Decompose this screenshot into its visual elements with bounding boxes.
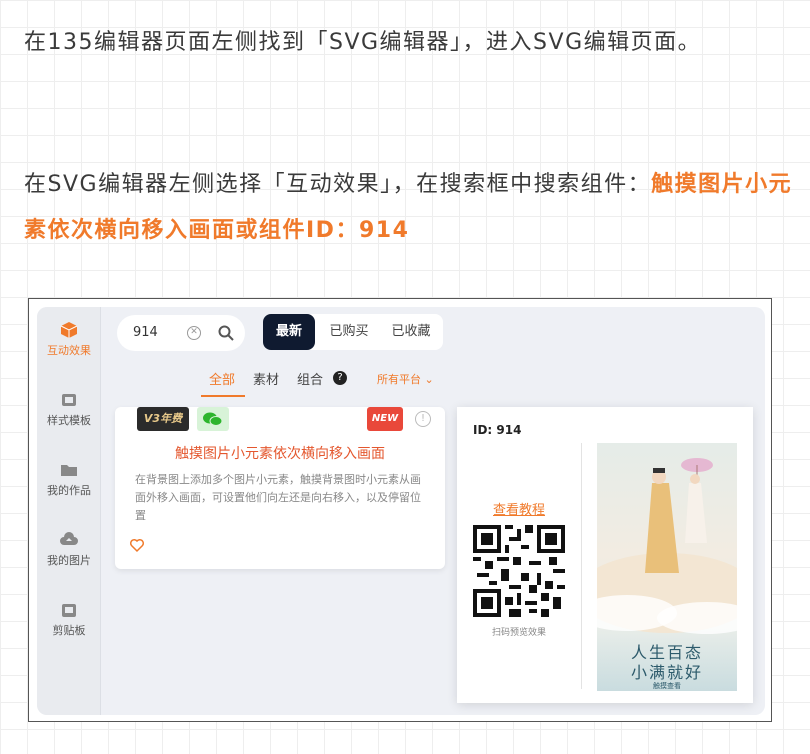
poster-illustration [597,458,737,634]
clear-icon[interactable]: ✕ [187,326,201,340]
search-icon[interactable] [217,324,235,342]
preview-poster: 人生百态 小满就好 触摸查看 [597,443,737,691]
instruction-paragraph-1: 在135编辑器页面左侧找到「SVG编辑器」，进入SVG编辑页面。 [24,30,702,55]
cube-icon [60,322,78,338]
tab-all[interactable]: 全部 [209,369,235,388]
chevron-down-icon: ⌄ [424,373,434,386]
sidebar-item-label: 样式模板 [47,414,91,427]
sidebar-item-my-works[interactable]: 我的作品 [37,461,101,498]
sidebar-item-interactive-effects[interactable]: 互动效果 [37,321,101,358]
tab-material[interactable]: 素材 [253,369,279,388]
platform-dropdown[interactable]: 所有平台 ⌄ [377,371,434,387]
v3-annual-badge: V3年费 [137,407,189,431]
wechat-icon [203,412,223,426]
tutorial-link[interactable]: 查看教程 [493,499,545,518]
filter-purchased-button[interactable]: 已购买 [319,314,379,350]
sidebar-item-clipboard[interactable]: 剪贴板 [37,601,101,638]
new-badge: NEW [367,407,403,431]
component-id: ID: 914 [473,423,522,437]
help-icon[interactable]: ? [333,371,347,385]
sidebar-item-label: 互动效果 [47,344,91,357]
platform-label: 所有平台 [377,373,421,386]
sidebar-item-my-images[interactable]: 我的图片 [37,531,101,568]
wechat-badge [197,407,229,431]
filter-newest-button[interactable]: 最新 [263,314,315,350]
filter-segment: 最新 已购买 已收藏 [263,314,443,350]
instruction-text: 在SVG编辑器左侧选择「互动效果」，在搜索框中搜索组件： [24,172,652,197]
sidebar-item-label: 剪贴板 [52,624,86,637]
sidebar-item-style-templates[interactable]: 样式模板 [37,391,101,428]
sidebar-item-label: 我的图片 [47,554,91,567]
preview-popup: ID: 914 查看教程 扫码预览效果 人生百态 小满就好 触摸查看 [457,407,753,703]
search-box[interactable]: 914 ✕ [117,315,245,351]
sidebar-item-label: 我的作品 [47,484,91,497]
poster-line-2: 小满就好 [630,663,703,682]
template-icon [62,394,76,406]
popup-divider [581,443,582,689]
scan-preview-label: 扫码预览效果 [491,628,546,638]
qr-code [473,525,565,617]
heart-icon[interactable] [129,537,145,553]
filter-favorited-button[interactable]: 已收藏 [381,314,441,350]
info-icon[interactable]: ! [415,411,431,427]
editor-screenshot: 互动效果 样式模板 我的作品 我的图片 剪贴板 914 ✕ 最新 已购买 已收藏… [28,298,772,722]
cloud-upload-icon [60,532,78,545]
tab-active-indicator [201,395,245,397]
svg-editor-app: 互动效果 样式模板 我的作品 我的图片 剪贴板 914 ✕ 最新 已购买 已收藏… [37,307,765,715]
component-title: 触摸图片小元素依次横向移入画面 [175,446,385,462]
poster-hint: 触摸查看 [653,682,681,690]
sidebar: 互动效果 样式模板 我的作品 我的图片 剪贴板 [37,307,101,715]
component-card[interactable]: V3年费 NEW ! 触摸图片小元素依次横向移入画面 在背景图上添加多个图片小元… [115,407,445,569]
instruction-paragraph-2: 在SVG编辑器左侧选择「互动效果」，在搜索框中搜索组件：触摸图片小元素依次横向移… [24,162,794,254]
tab-combo[interactable]: 组合 [297,369,323,388]
component-description: 在背景图上添加多个图片小元素，触摸背景图时小元素从画面外移入画面，可设置他们向左… [135,473,421,522]
folder-icon [61,465,77,476]
search-input[interactable]: 914 [133,325,158,340]
clipboard-icon [62,604,76,617]
